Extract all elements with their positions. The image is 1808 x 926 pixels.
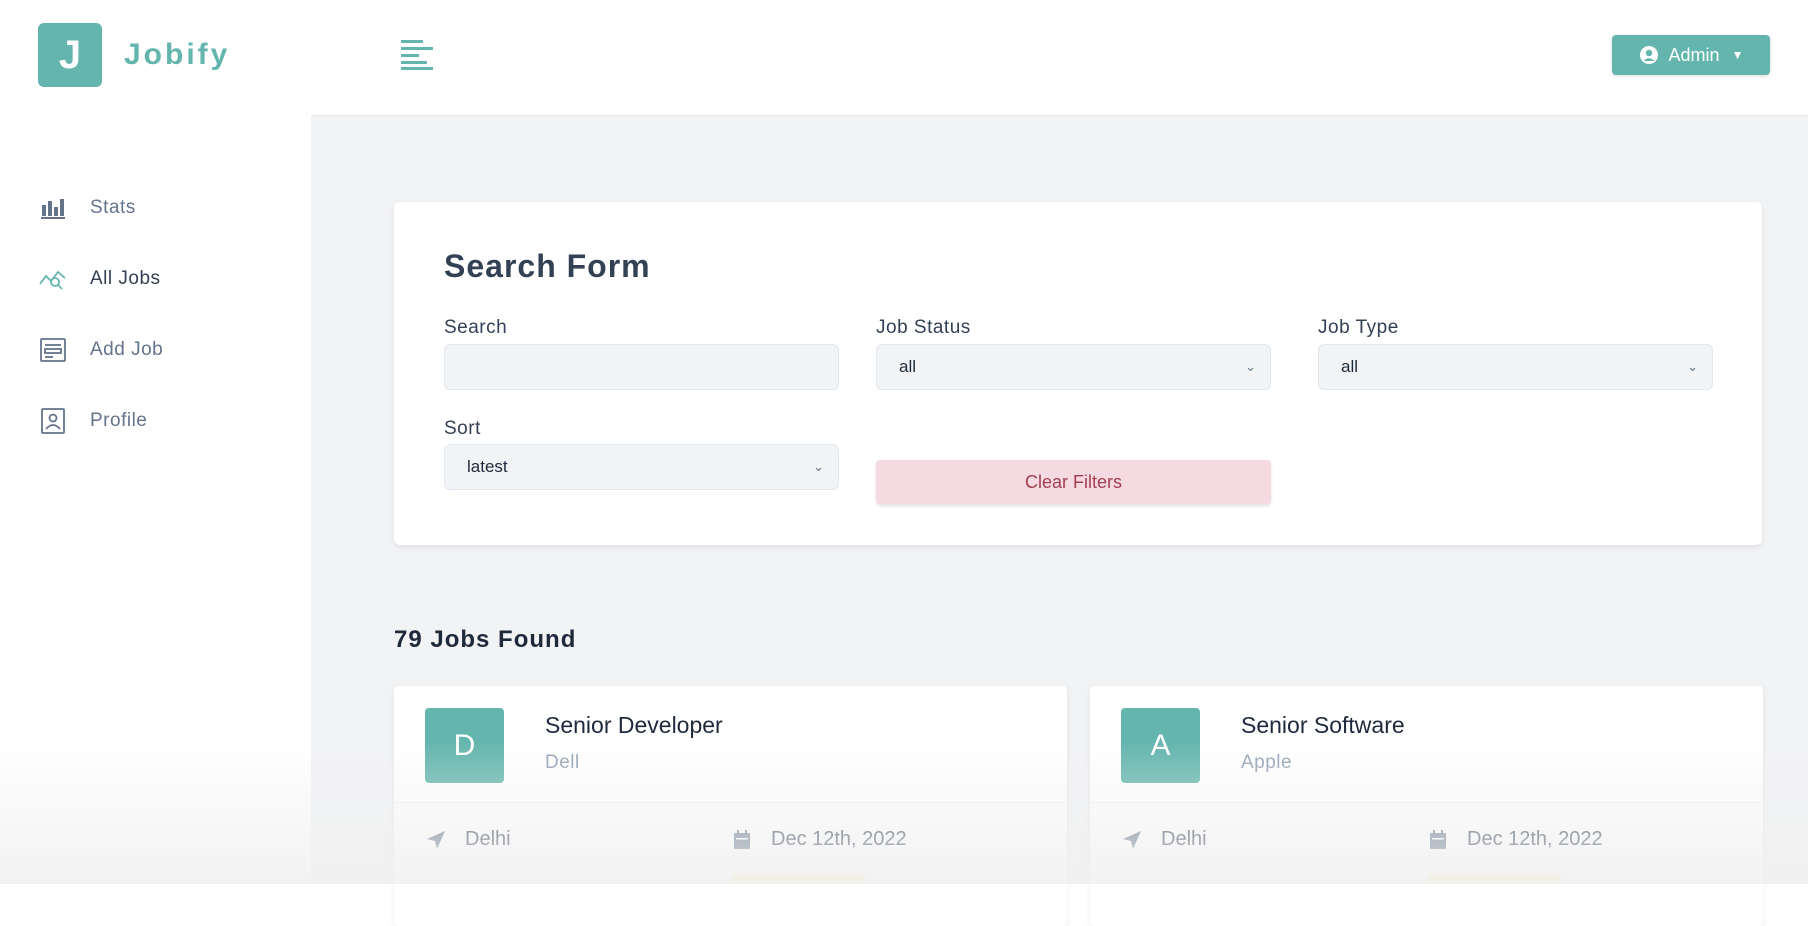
- job-location: Delhi: [1121, 828, 1207, 851]
- job-location-text: Delhi: [465, 828, 511, 850]
- sidebar-toggle-button[interactable]: [399, 36, 435, 72]
- job-location: Delhi: [425, 828, 511, 851]
- job-card: A Senior Software Apple Delhi Dec 12th, …: [1090, 686, 1763, 926]
- job-status-label: Job Status: [876, 317, 971, 338]
- location-arrow-icon: [1121, 829, 1143, 851]
- job-card-header: A Senior Software Apple: [1090, 686, 1763, 803]
- location-arrow-icon: [425, 829, 447, 851]
- job-position: Senior Software: [1241, 712, 1405, 738]
- sort-select[interactable]: latest ⌄: [444, 444, 839, 490]
- user-menu-button[interactable]: Admin ▼: [1612, 35, 1770, 75]
- query-stats-icon: [38, 264, 68, 294]
- job-date-text: Dec 12th, 2022: [771, 828, 907, 850]
- logo-text: Jobify: [124, 38, 231, 71]
- chevron-down-icon: ⌄: [813, 459, 824, 474]
- sidebar-item-label: Profile: [90, 409, 148, 431]
- sidebar-item-label: Add Job: [90, 338, 164, 360]
- calendar-icon: [731, 829, 753, 851]
- user-name: Admin: [1668, 44, 1720, 65]
- company-initial: A: [1121, 708, 1200, 783]
- chevron-down-icon: ⌄: [1245, 359, 1256, 374]
- search-form-title: Search Form: [444, 248, 651, 284]
- job-status-select[interactable]: all ⌄: [876, 344, 1271, 390]
- logo[interactable]: J Jobify: [38, 23, 230, 87]
- job-company: Dell: [545, 752, 580, 773]
- profile-id-icon: [38, 406, 68, 436]
- form-icon: [38, 335, 68, 365]
- search-label: Search: [444, 317, 508, 338]
- menu-align-left-icon: [401, 40, 433, 70]
- company-initial: D: [425, 708, 504, 783]
- sidebar-item-label: Stats: [90, 196, 136, 218]
- chevron-down-icon: ⌄: [1687, 359, 1698, 374]
- job-status-badge: [731, 874, 866, 884]
- logo-mark: J: [38, 23, 102, 87]
- sidebar-nav: Stats All Jobs Add Job Profile: [38, 172, 163, 456]
- job-date: Dec 12th, 2022: [731, 828, 907, 851]
- clear-filters-button[interactable]: Clear Filters: [876, 460, 1271, 504]
- job-type-select[interactable]: all ⌄: [1318, 344, 1713, 390]
- job-location-text: Delhi: [1161, 828, 1207, 850]
- search-form: Search Form Search Job Status all ⌄ Job …: [394, 202, 1762, 545]
- user-circle-icon: [1639, 46, 1658, 64]
- job-status-value: all: [899, 357, 917, 376]
- search-input[interactable]: [444, 344, 839, 390]
- job-date: Dec 12th, 2022: [1427, 828, 1603, 851]
- main-content: Search Form Search Job Status all ⌄ Job …: [311, 116, 1808, 926]
- sidebar-item-label: All Jobs: [90, 267, 161, 289]
- caret-down-icon: ▼: [1731, 48, 1744, 62]
- top-navbar: Admin ▼: [311, 0, 1808, 116]
- bar-chart-icon: [38, 193, 68, 223]
- job-company: Apple: [1241, 752, 1293, 773]
- job-card-header: D Senior Developer Dell: [394, 686, 1067, 803]
- job-status-badge: [1427, 874, 1562, 884]
- job-date-text: Dec 12th, 2022: [1467, 828, 1603, 850]
- job-card: D Senior Developer Dell Delhi Dec 12th, …: [394, 686, 1067, 926]
- sidebar: J Jobify Stats All Jobs Add Job Profile: [0, 0, 311, 884]
- sidebar-item-stats[interactable]: Stats: [38, 172, 163, 243]
- job-position: Senior Developer: [545, 712, 723, 738]
- job-type-label: Job Type: [1318, 317, 1399, 338]
- sidebar-item-profile[interactable]: Profile: [38, 385, 163, 456]
- jobs-found-count: 79 Jobs Found: [394, 626, 577, 653]
- sidebar-item-add-job[interactable]: Add Job: [38, 314, 163, 385]
- calendar-icon: [1427, 829, 1449, 851]
- sidebar-item-all-jobs[interactable]: All Jobs: [38, 243, 163, 314]
- job-type-value: all: [1341, 357, 1359, 376]
- sort-label: Sort: [444, 418, 481, 439]
- sort-value: latest: [467, 457, 508, 476]
